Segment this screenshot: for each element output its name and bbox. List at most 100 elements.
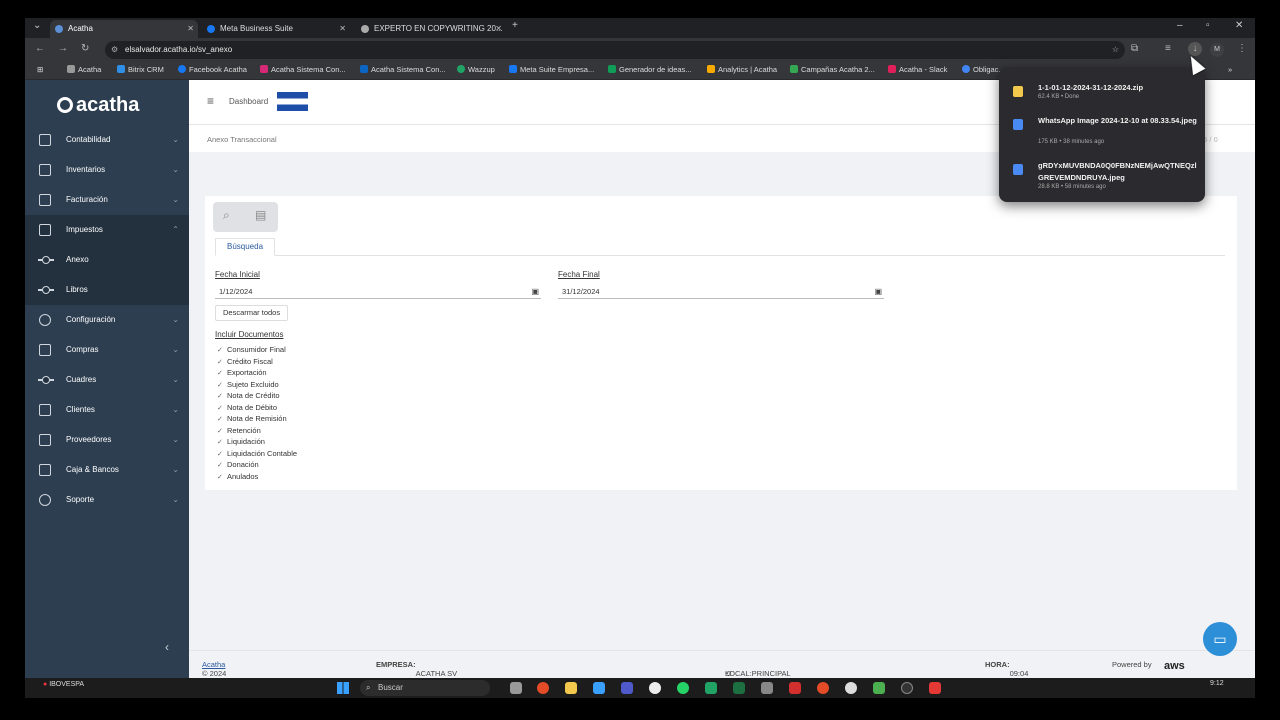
- descarmar-todos-button[interactable]: Descarmar todos: [215, 305, 289, 321]
- app-icon[interactable]: [873, 682, 885, 694]
- sidebar-item-compras[interactable]: Compras ⌄: [25, 335, 189, 365]
- document-checkbox[interactable]: ✓ Donación: [217, 459, 297, 471]
- tab-busqueda[interactable]: Búsqueda: [215, 238, 276, 256]
- sidebar-item-libros[interactable]: Libros: [25, 275, 189, 305]
- document-label: Crédito Fiscal: [227, 356, 273, 366]
- sidebar-item-cuadres[interactable]: Cuadres ⌄: [25, 365, 189, 395]
- bookmark-item[interactable]: Facebook Acatha: [178, 65, 247, 74]
- document-checkbox[interactable]: ✓ Consumidor Final: [217, 344, 297, 356]
- document-checkbox[interactable]: ✓ Nota de Remisión: [217, 413, 297, 425]
- bookmark-item[interactable]: Acatha - Slack: [888, 65, 947, 74]
- menu-kebab-icon[interactable]: ⋮: [1237, 43, 1247, 54]
- xbox-icon[interactable]: [705, 682, 717, 694]
- ticker-widget[interactable]: ● IBOVESPA: [43, 681, 84, 688]
- sidebar-item-anexo[interactable]: Anexo: [25, 245, 189, 275]
- export-file-icon[interactable]: ▤: [255, 208, 266, 222]
- new-tab-icon[interactable]: +: [512, 20, 518, 31]
- reading-list-icon[interactable]: ≡: [1165, 43, 1171, 54]
- profile-avatar[interactable]: M: [1210, 43, 1224, 57]
- chrome-icon[interactable]: [537, 682, 549, 694]
- collapse-sidebar-icon[interactable]: ‹: [165, 640, 169, 654]
- excel-icon[interactable]: [733, 682, 745, 694]
- minimize-icon[interactable]: –: [1177, 20, 1183, 31]
- app-icon[interactable]: [845, 682, 857, 694]
- edge-icon[interactable]: [593, 682, 605, 694]
- document-checkbox[interactable]: ✓ Nota de Crédito: [217, 390, 297, 402]
- address-bar[interactable]: ⚙ elsalvador.acatha.io/sv_anexo ☆: [105, 41, 1125, 59]
- bookmark-item[interactable]: Bitrix CRM: [117, 65, 164, 74]
- bookmark-item[interactable]: Meta Suite Empresa...: [509, 65, 594, 74]
- download-item[interactable]: WhatsApp Image 2024-12-10 at 08.33.54.jp…: [1013, 115, 1199, 147]
- calendar-icon[interactable]: ▣: [874, 285, 882, 299]
- warehouse-icon: [39, 164, 51, 176]
- extensions-icon[interactable]: ⧉: [1131, 43, 1138, 54]
- sidebar-item-clientes[interactable]: Clientes ⌄: [25, 395, 189, 425]
- calculator-icon[interactable]: [761, 682, 773, 694]
- sidebar-item-impuestos[interactable]: Impuestos ⌃: [25, 215, 189, 245]
- app-icon[interactable]: [649, 682, 661, 694]
- document-checkbox[interactable]: ✓ Sujeto Excluido: [217, 379, 297, 391]
- start-icon[interactable]: [337, 682, 349, 694]
- media-player-icon[interactable]: [901, 682, 913, 694]
- sidebar-item-configuracion[interactable]: Configuración ⌄: [25, 305, 189, 335]
- teams-icon[interactable]: [621, 682, 633, 694]
- bookmark-item[interactable]: Acatha Sistema Con...: [260, 65, 346, 74]
- close-icon[interactable]: ✕: [187, 20, 194, 38]
- sidebar-item-inventarios[interactable]: Inventarios ⌄: [25, 155, 189, 185]
- document-checkbox[interactable]: ✓ Crédito Fiscal: [217, 356, 297, 368]
- sidebar-item-facturacion[interactable]: Facturación ⌄: [25, 185, 189, 215]
- reload-icon[interactable]: ↻: [81, 43, 89, 54]
- document-checkbox[interactable]: ✓ Retención: [217, 425, 297, 437]
- sidebar-item-contabilidad[interactable]: Contabilidad ⌄: [25, 125, 189, 155]
- whatsapp-icon[interactable]: [677, 682, 689, 694]
- close-icon[interactable]: ✕: [495, 20, 502, 38]
- download-item[interactable]: 1-1-01-12-2024-31-12-2024.zip 62.4 KB • …: [1013, 82, 1199, 104]
- sidebar-item-proveedores[interactable]: Proveedores ⌄: [25, 425, 189, 455]
- bookmark-star-icon[interactable]: ☆: [1112, 41, 1119, 59]
- browser-tab-acatha[interactable]: Acatha ✕: [50, 20, 198, 38]
- forward-icon[interactable]: →: [58, 43, 68, 54]
- bookmark-item[interactable]: Acatha Sistema Con...: [360, 65, 446, 74]
- sidebar-item-caja-bancos[interactable]: Caja & Bancos ⌄: [25, 455, 189, 485]
- fecha-final-input[interactable]: 31/12/2024 ▣: [558, 285, 884, 299]
- dashboard-link[interactable]: Dashboard: [229, 97, 268, 106]
- app-icon[interactable]: [929, 682, 941, 694]
- document-checkbox[interactable]: ✓ Anulados: [217, 471, 297, 483]
- bookmark-item[interactable]: Campañas Acatha 2...: [790, 65, 875, 74]
- task-view-icon[interactable]: [510, 682, 522, 694]
- chrome-profile-icon[interactable]: [817, 682, 829, 694]
- bookmark-item[interactable]: Analytics | Acatha: [707, 65, 777, 74]
- el-salvador-flag-icon[interactable]: [277, 92, 308, 111]
- document-checkbox[interactable]: ✓ Liquidación Contable: [217, 448, 297, 460]
- site-info-icon[interactable]: ⚙: [111, 41, 118, 59]
- bookmark-item[interactable]: Wazzup: [457, 65, 495, 74]
- document-checkbox[interactable]: ✓ Exportación: [217, 367, 297, 379]
- browser-tab-meta[interactable]: Meta Business Suite ✕: [202, 20, 350, 38]
- taskbar-search[interactable]: ⌕ Buscar: [360, 680, 490, 696]
- chat-button[interactable]: ▭: [1203, 622, 1237, 656]
- bookmark-item[interactable]: Generador de ideas...: [608, 65, 692, 74]
- acatha-link[interactable]: Acatha: [202, 660, 225, 669]
- window-close-icon[interactable]: ✕: [1235, 20, 1243, 31]
- download-item[interactable]: gRDYxMUVBNDA0Q0FBNzNEMjAwQTNEQzlGREVEMDN…: [1013, 160, 1199, 192]
- more-bookmarks-icon[interactable]: »: [1228, 65, 1232, 74]
- acatha-logo[interactable]: acatha: [57, 86, 167, 124]
- sidebar-item-soporte[interactable]: Soporte ⌄: [25, 485, 189, 515]
- document-checkbox[interactable]: ✓ Liquidación: [217, 436, 297, 448]
- bookmark-item[interactable]: Acatha: [67, 65, 101, 74]
- document-checkbox[interactable]: ✓ Nota de Débito: [217, 402, 297, 414]
- file-explorer-icon[interactable]: [565, 682, 577, 694]
- pdf-icon[interactable]: [789, 682, 801, 694]
- fecha-final-label: Fecha Final: [558, 270, 600, 279]
- search-icon[interactable]: ⌕: [223, 208, 230, 223]
- browser-tab-copywriting[interactable]: EXPERTO EN COPYWRITING 20... ✕: [356, 20, 506, 38]
- maximize-icon[interactable]: ▫: [1206, 20, 1210, 31]
- apps-icon[interactable]: ⊞: [37, 65, 43, 74]
- close-icon[interactable]: ✕: [339, 20, 346, 38]
- fecha-inicial-input[interactable]: 1/12/2024 ▣: [215, 285, 541, 299]
- back-icon[interactable]: ←: [35, 43, 45, 54]
- tab-search-icon[interactable]: ⌄: [33, 20, 41, 31]
- hamburger-icon[interactable]: ≡: [207, 94, 214, 108]
- taskbar-clock[interactable]: 9:12: [1210, 680, 1224, 687]
- calendar-icon[interactable]: ▣: [531, 285, 539, 299]
